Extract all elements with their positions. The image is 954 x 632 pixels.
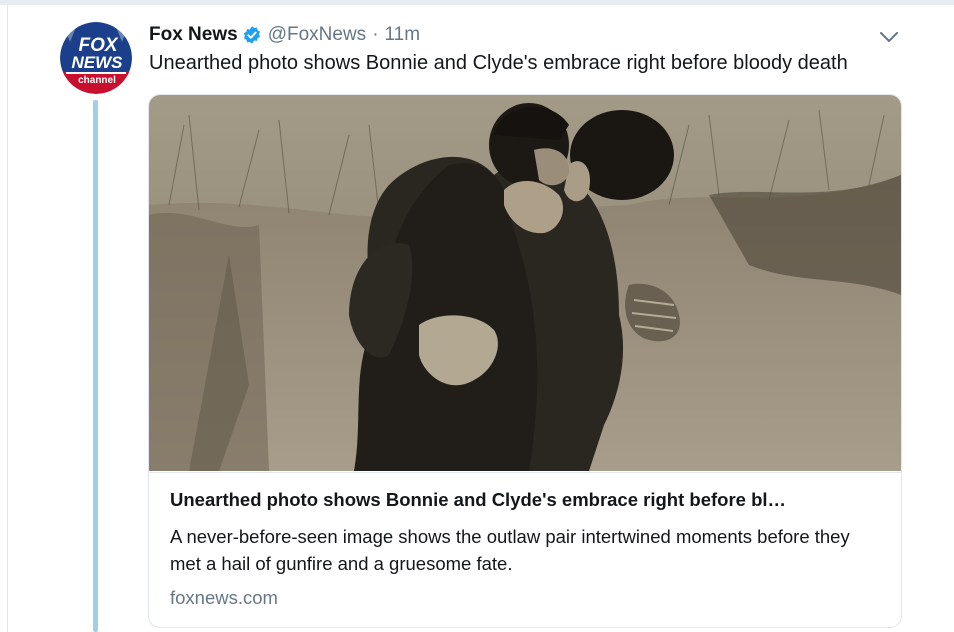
card-photo <box>149 95 901 471</box>
card-body[interactable]: Unearthed photo shows Bonnie and Clyde's… <box>149 472 901 627</box>
fox-news-logo: FOX NEWS channel <box>60 22 132 94</box>
card-description: A never-before-seen image shows the outl… <box>170 526 850 574</box>
author-display-name[interactable]: Fox News <box>149 24 238 46</box>
fox-news-avatar[interactable]: FOX NEWS channel <box>60 22 132 94</box>
logo-word-channel: channel <box>78 75 116 86</box>
link-preview-card[interactable]: Unearthed photo shows Bonnie and Clyde's… <box>148 94 902 628</box>
tweet-timestamp[interactable]: 11m <box>385 24 421 46</box>
tweet[interactable]: FOX NEWS channel Fox News @FoxNews · 11m… <box>0 0 954 632</box>
chevron-down-icon[interactable] <box>876 24 902 50</box>
author-handle[interactable]: @FoxNews <box>268 24 366 46</box>
verified-badge-icon <box>242 25 262 45</box>
tweet-text: Unearthed photo shows Bonnie and Clyde's… <box>149 52 848 74</box>
header-separator: · <box>372 24 379 45</box>
tweet-header: Fox News @FoxNews · 11m <box>149 22 420 48</box>
logo-word-news: NEWS <box>72 53 124 72</box>
card-title[interactable]: Unearthed photo shows Bonnie and Clyde's… <box>170 489 880 511</box>
card-domain[interactable]: foxnews.com <box>170 587 278 609</box>
thread-connector-line <box>93 100 98 632</box>
